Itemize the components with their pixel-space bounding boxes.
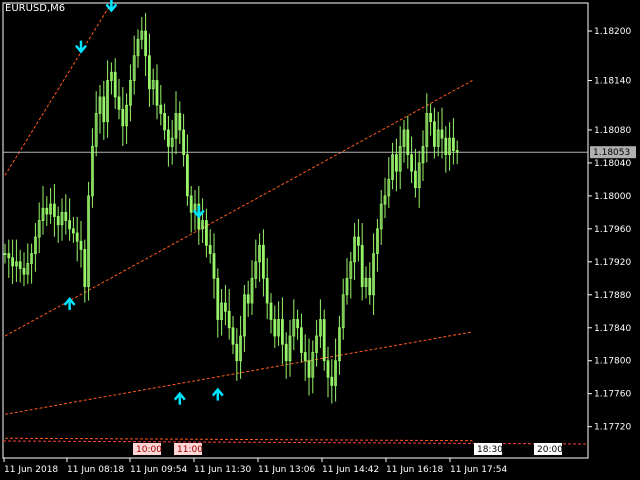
candle-body [216,277,220,320]
x-tick-label: 11 Jun 13:06 [258,465,315,475]
price-chart[interactable]: 1.18200 1.18140 1.18080 1.18040 1.18000 1.179… [0,0,640,480]
candle-body [102,96,106,123]
y-tick-label: 1.17920 [594,258,631,268]
candle-body [68,220,71,230]
x-tick-label: 11 Jun 16:18 [386,465,443,475]
candle-body [273,319,277,337]
candle-body [204,220,208,246]
candle-body [235,343,239,362]
candle-body [410,154,414,172]
candle-body [261,244,265,279]
candle-body [451,137,455,151]
candle-body [121,108,125,127]
candle-body [440,129,444,139]
candle-body [113,71,117,98]
candle-body [322,319,326,362]
candle-body [413,170,417,189]
y-tick-label: 1.17800 [594,357,631,367]
candle-body [45,207,49,215]
y-tick-label: 1.17880 [594,291,631,301]
candle-body [64,211,68,222]
chart-window: 1.18200 1.18140 1.18080 1.18040 1.18000 1.179… [0,0,640,480]
candle-body [223,302,227,312]
candle-body [163,113,167,131]
time-label: 18:30 [477,445,503,455]
candle-body [280,319,284,345]
candle-body [212,253,216,279]
candle-body [166,129,170,147]
candle-body [117,96,121,110]
x-tick-label: 11 Jun 2018 [4,465,58,475]
y-tick-label: 1.17720 [594,423,631,433]
y-tick-label: 1.17960 [594,225,631,235]
symbol-label: EURUSD,M6 [5,3,66,14]
time-axis: 11 Jun 2018 11 Jun 08:18 11 Jun 09:54 11 Ju… [3,458,507,475]
y-tick-label: 1.18080 [594,126,631,136]
candle-body [265,277,269,304]
candle-body [7,253,11,259]
candle-body [53,203,56,217]
candle-body [75,232,79,242]
candle-body [394,154,398,172]
candle-body [406,129,410,156]
candle-body [159,104,163,114]
candle-body [22,268,26,275]
candle-body [231,327,235,345]
price-axis: 1.18200 1.18140 1.18080 1.18040 1.18000 1.179… [588,27,631,433]
current-price-box: 1.18053 [590,146,636,159]
candle-body [155,80,159,106]
candle-body [360,244,364,287]
candle-body [83,249,87,287]
candle-body [330,376,334,386]
x-tick-label: 11 Jun 17:54 [450,465,507,475]
x-tick-label: 11 Jun 08:18 [67,465,124,475]
candle-body [455,150,459,153]
candle-body [269,302,273,320]
y-tick-label: 1.18140 [594,76,631,86]
candle-body [178,113,182,131]
y-tick-label: 1.17760 [594,390,631,400]
candle-body [144,30,148,57]
candle-body [208,244,212,254]
candle-body [11,257,15,267]
candle-body [432,121,436,147]
session-label: 10:00 [136,445,162,455]
candle-body [185,154,189,197]
time-label: 20:00 [537,445,563,455]
candle-body [444,137,448,156]
candle-body [368,277,372,296]
candle-body [182,129,186,156]
candle-body [246,294,250,304]
candle-body [326,360,330,378]
candle-body [18,261,22,269]
candle-body [72,228,75,234]
candle-body [299,327,303,353]
y-tick-label: 1.18200 [594,27,631,37]
y-tick-label: 1.18040 [594,159,631,169]
candle-body [284,343,288,362]
candle-body [303,352,307,362]
plot-area [2,2,589,459]
candle-body [56,216,60,226]
candle-body [307,360,311,378]
current-price-label: 1.18053 [593,148,630,158]
x-tick-label: 11 Jun 09:54 [130,465,187,475]
candle-body [429,113,433,123]
x-tick-label: 11 Jun 14:42 [322,465,379,475]
y-tick-label: 1.18000 [594,192,631,202]
candle-body [147,55,151,90]
candle-body [356,236,360,246]
candle-body [79,240,83,250]
x-tick-label: 11 Jun 11:30 [194,465,251,475]
candle-body [189,195,193,213]
candle-body [227,310,231,329]
candle-body [296,319,300,329]
session-label: 11:00 [177,445,203,455]
y-tick-label: 1.17840 [594,324,631,334]
